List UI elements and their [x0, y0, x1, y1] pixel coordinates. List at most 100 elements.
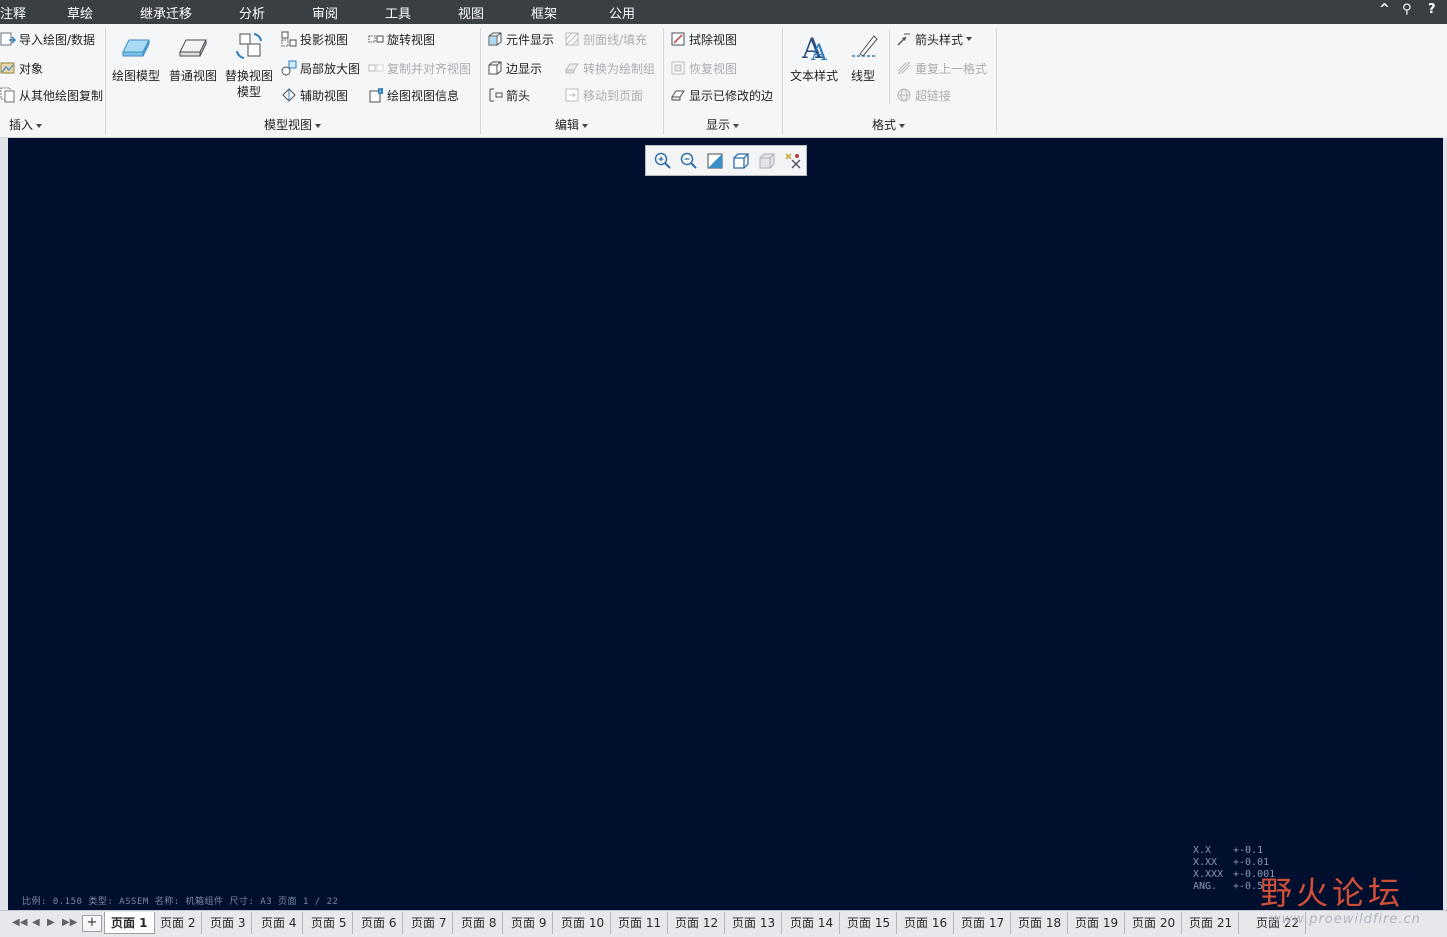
- import-icon: [0, 31, 17, 47]
- sheet-tab-3[interactable]: 页面 3: [204, 912, 253, 934]
- group-edit-label[interactable]: 编辑: [555, 116, 589, 133]
- next-sheet-icon[interactable]: ▶: [47, 917, 55, 928]
- repeat-last-format-button[interactable]: 重复上一格式: [896, 58, 987, 78]
- group-divider: [480, 28, 481, 134]
- tab-sketch[interactable]: 草绘: [67, 3, 93, 22]
- copy-drawing-icon: [0, 87, 16, 103]
- copy-align-icon: [368, 60, 384, 76]
- repeat-format-icon: [896, 60, 912, 76]
- sheet-tab-4[interactable]: 页面 4: [255, 912, 304, 934]
- group-model-views-label[interactable]: 模型视图: [264, 116, 322, 133]
- sheet-tab-bar: ◀◀ ◀ ▶ ▶▶ + 页面 1 页面 2 页面 3 页面 4 页面 5 页面 6 页面 7…: [0, 910, 1447, 937]
- show-modified-edges-button[interactable]: 显示已修改的边: [670, 85, 773, 105]
- ribbon: 导入绘图/数据 对象 从其他绘图复制 插入 绘图模型 普通视图 替换视图 模型: [0, 24, 1447, 138]
- object-button[interactable]: 对象: [0, 58, 43, 78]
- replace-view-icon: [232, 30, 266, 64]
- svg-text:A: A: [810, 41, 828, 64]
- first-sheet-icon[interactable]: ◀◀: [12, 917, 27, 928]
- tab-view[interactable]: 视图: [458, 3, 484, 22]
- sheet-tab-5[interactable]: 页面 5: [305, 912, 354, 934]
- group-insert-label[interactable]: 插入: [9, 116, 43, 133]
- arrow-style-button[interactable]: 箭头样式: [896, 29, 973, 49]
- group-display-label[interactable]: 显示: [706, 116, 740, 133]
- tab-review[interactable]: 审阅: [312, 3, 338, 22]
- left-border: [0, 138, 8, 910]
- sheet-tab-18[interactable]: 页面 18: [1012, 912, 1069, 934]
- resume-view-button[interactable]: 恢复视图: [670, 58, 737, 78]
- tab-common[interactable]: 公用: [609, 3, 635, 22]
- sheet-tab-20[interactable]: 页面 20: [1126, 912, 1183, 934]
- ribbon-edge: [1443, 24, 1447, 138]
- auxiliary-view-button[interactable]: 辅助视图: [281, 85, 348, 105]
- modified-edges-icon: [670, 87, 686, 103]
- chevron-down-icon: [966, 37, 973, 41]
- sheet-tab-12[interactable]: 页面 12: [669, 912, 726, 934]
- refit-icon[interactable]: [704, 150, 726, 172]
- replace-view-model-button[interactable]: 替换视图 模型: [225, 30, 273, 100]
- line-style-button[interactable]: 线型: [846, 30, 880, 84]
- tab-annotate[interactable]: 注释: [0, 3, 26, 22]
- sheet-tab-14[interactable]: 页面 14: [784, 912, 841, 934]
- repaint-icon[interactable]: [730, 150, 752, 172]
- line-style-icon: [846, 30, 880, 64]
- annotation-display-icon[interactable]: [782, 150, 804, 172]
- sheet-tab-19[interactable]: 页面 19: [1069, 912, 1126, 934]
- sheet-tab-13[interactable]: 页面 13: [726, 912, 783, 934]
- sheet-tab-10[interactable]: 页面 10: [555, 912, 612, 934]
- drawing-view-info-button[interactable]: i 绘图视图信息: [368, 85, 459, 105]
- arrow-button[interactable]: 箭头: [487, 85, 530, 105]
- group-format-label[interactable]: 格式: [872, 116, 906, 133]
- hyperlink-button[interactable]: 超链接: [896, 85, 951, 105]
- sheet-tab-15[interactable]: 页面 15: [841, 912, 898, 934]
- tab-tools[interactable]: 工具: [385, 3, 411, 22]
- sheet-tab-9[interactable]: 页面 9: [505, 912, 554, 934]
- component-display-icon: [487, 31, 503, 47]
- drawing-canvas[interactable]: [8, 138, 1443, 910]
- help-icon[interactable]: ?: [1428, 2, 1436, 17]
- sheet-tab-16[interactable]: 页面 16: [898, 912, 955, 934]
- auxiliary-view-icon: [281, 87, 297, 103]
- edge-display-button[interactable]: 边显示: [487, 58, 542, 78]
- detailed-view-button[interactable]: 局部放大图: [281, 58, 360, 78]
- projection-view-button[interactable]: 投影视图: [281, 29, 348, 49]
- revolved-view-button[interactable]: 旋转视图: [368, 29, 435, 49]
- import-drawing-data-button[interactable]: 导入绘图/数据: [0, 29, 95, 49]
- zoom-in-icon[interactable]: [652, 150, 674, 172]
- general-view-button[interactable]: 普通视图: [169, 30, 217, 84]
- last-sheet-icon[interactable]: ▶▶: [62, 917, 77, 928]
- copy-from-drawing-button[interactable]: 从其他绘图复制: [0, 85, 103, 105]
- tab-analysis[interactable]: 分析: [239, 3, 265, 22]
- chevron-down-icon: [36, 123, 43, 128]
- sheet-tab-1[interactable]: 页面 1: [104, 912, 155, 934]
- sheet-tab-8[interactable]: 页面 8: [455, 912, 504, 934]
- erase-view-button[interactable]: 拭除视图: [670, 29, 737, 49]
- prev-sheet-icon[interactable]: ◀: [32, 917, 40, 928]
- convert-to-draft-group-button[interactable]: 转换为绘制组: [564, 58, 655, 78]
- group-divider: [889, 30, 890, 104]
- sheet-tab-2[interactable]: 页面 2: [154, 912, 203, 934]
- move-to-sheet-button[interactable]: 移动到页面: [564, 85, 643, 105]
- component-display-button[interactable]: 元件显示: [487, 29, 554, 49]
- copy-align-view-button[interactable]: 复制并对齐视图: [368, 58, 471, 78]
- drawing-model-button[interactable]: 绘图模型: [112, 30, 160, 84]
- chevron-down-icon: [899, 123, 906, 128]
- zoom-out-icon[interactable]: [678, 150, 700, 172]
- sheet-tab-6[interactable]: 页面 6: [355, 912, 404, 934]
- arrow-icon: [487, 87, 503, 103]
- hatching-fill-button[interactable]: 剖面线/填充: [564, 29, 647, 49]
- group-divider: [996, 28, 997, 134]
- sheet-tab-17[interactable]: 页面 17: [955, 912, 1012, 934]
- add-sheet-button[interactable]: +: [82, 915, 102, 932]
- chevron-down-icon: [733, 123, 740, 128]
- convert-icon: [564, 60, 580, 76]
- text-style-button[interactable]: AA 文本样式: [790, 30, 838, 84]
- collapse-ribbon-icon[interactable]: ^: [1379, 2, 1390, 17]
- tab-frame[interactable]: 框架: [531, 3, 557, 22]
- search-icon[interactable]: ⚲: [1402, 2, 1412, 17]
- sheet-tab-21[interactable]: 页面 21: [1183, 912, 1240, 934]
- sheet-tab-11[interactable]: 页面 11: [612, 912, 669, 934]
- tab-legacy-migration[interactable]: 继承迁移: [140, 3, 192, 22]
- resume-view-icon: [670, 60, 686, 76]
- shading-icon[interactable]: [756, 150, 778, 172]
- sheet-tab-7[interactable]: 页面 7: [405, 912, 454, 934]
